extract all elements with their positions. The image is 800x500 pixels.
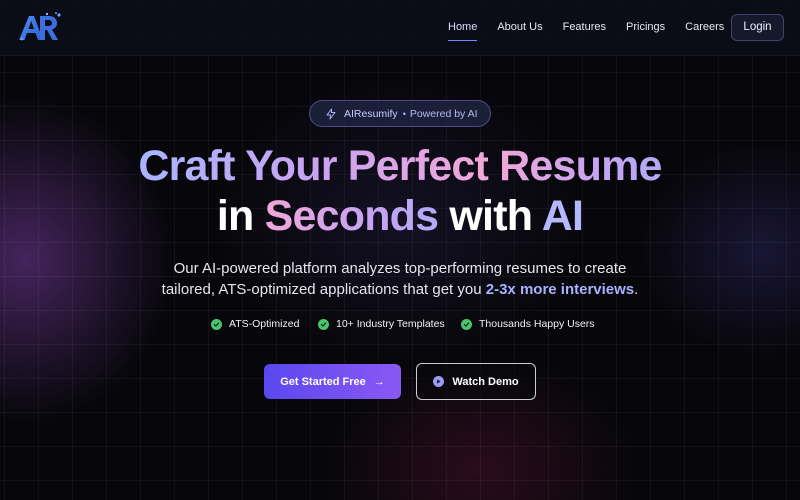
nav-link-home[interactable]: Home: [448, 18, 478, 41]
nav-link-pricings[interactable]: Pricings: [626, 18, 665, 38]
headline-with-text: with: [438, 192, 542, 240]
ar-logo-icon[interactable]: [16, 10, 62, 44]
feature-label: ATS-Optimized: [229, 318, 300, 330]
headline-craft-text: Craft Your Perfect: [138, 142, 500, 190]
badge-separator: •: [402, 108, 406, 119]
headline-seconds-text: Seconds: [264, 192, 439, 240]
nav-link-careers[interactable]: Careers: [685, 18, 724, 38]
subtext-highlight: 2-3x more interviews: [485, 281, 635, 298]
feature-label: 10+ Industry Templates: [336, 318, 445, 330]
headline-in-text: in: [216, 192, 265, 240]
nav-link-about-us[interactable]: About Us: [497, 18, 542, 38]
login-button[interactable]: Login: [731, 14, 784, 41]
subtext-line-1: Our AI-powered platform analyzes top-per…: [173, 260, 627, 277]
watch-demo-label: Watch Demo: [452, 375, 519, 388]
nav-link-features[interactable]: Features: [563, 18, 606, 38]
subtext-line-2: tailored, ATS-optimized applications tha…: [0, 279, 800, 300]
check-circle-icon: [318, 318, 329, 330]
check-circle-icon: [211, 318, 222, 330]
play-circle-icon: [433, 376, 445, 387]
get-started-button[interactable]: Get Started Free →: [264, 364, 401, 399]
badge-brand-name: AIResumify: [344, 107, 398, 120]
watch-demo-button[interactable]: Watch Demo: [416, 363, 536, 400]
feature-item-happy-users: Thousands Happy Users: [461, 318, 595, 330]
headline-ai-text: AI: [541, 192, 584, 240]
subtext-suffix: .: [634, 281, 639, 298]
grid-overlay: [0, 0, 800, 500]
feature-label: Thousands Happy Users: [479, 318, 595, 330]
check-circle-icon: [461, 318, 472, 330]
arrow-right-icon: →: [373, 375, 385, 388]
powered-by-badge: AIResumify • Powered by AI: [309, 100, 491, 127]
feature-item-ats-optimized: ATS-Optimized: [211, 318, 299, 330]
headline-resume-text: Resume: [499, 142, 662, 190]
navbar: Home About Us Features Pricings Careers …: [0, 0, 800, 56]
headline-line-1: Craft Your Perfect Resume: [0, 142, 800, 190]
feature-item-industry-templates: 10+ Industry Templates: [318, 318, 445, 330]
lightning-icon: [326, 108, 336, 119]
badge-tagline: Powered by AI: [409, 107, 478, 120]
feature-list: ATS-Optimized 10+ Industry Templates Tho…: [0, 318, 800, 334]
nav-links: Home About Us Features Pricings Careers: [448, 0, 744, 56]
headline-line-2: in Seconds with AI: [0, 192, 800, 240]
get-started-label: Get Started Free: [280, 375, 366, 388]
subtext-prefix: tailored, ATS-optimized applications tha…: [161, 281, 486, 298]
